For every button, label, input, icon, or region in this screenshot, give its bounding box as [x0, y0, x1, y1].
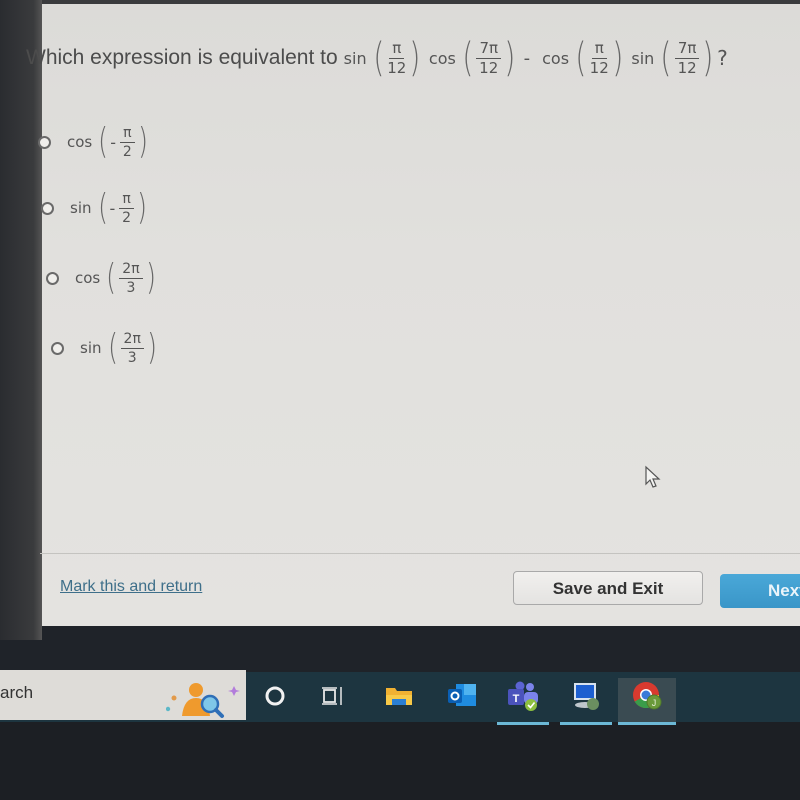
fraction: π 12: [589, 38, 609, 77]
expression: sin ( π 12 ) cos ( 7π 12 ) - cos ( π 12 ) s…: [338, 38, 728, 78]
paren-open: (: [462, 35, 474, 81]
sign: -: [109, 198, 116, 218]
paren-close: ): [612, 35, 624, 81]
fn-label: cos: [428, 48, 456, 68]
screen: [6, 4, 800, 626]
paren-open: (: [575, 35, 587, 81]
footer-divider: [40, 553, 800, 554]
paren-close: ): [146, 327, 157, 368]
paren-open: (: [98, 121, 109, 162]
paren-open: (: [107, 327, 118, 368]
radio-button[interactable]: [41, 201, 54, 215]
minus-operator: -: [523, 47, 531, 69]
desk-background: [0, 722, 800, 800]
fraction: π2: [120, 126, 135, 159]
answer-option-3[interactable]: cos ( 2π 3 ): [46, 260, 158, 296]
search-highlight-icon: [166, 683, 240, 718]
fraction: π 12: [387, 38, 407, 77]
fn-label: sin: [80, 339, 102, 357]
monitor-bezel-left: [0, 0, 42, 640]
svg-text:J: J: [652, 698, 657, 708]
question-prefix: Which expression is equivalent to: [26, 46, 338, 69]
question-text: Which expression is equivalent to sin ( …: [26, 38, 728, 78]
search-placeholder[interactable]: arch: [0, 683, 33, 703]
fn-label: cos: [67, 133, 93, 151]
paren-close: ): [136, 187, 147, 228]
fraction: 7π 12: [674, 40, 700, 76]
cortana-icon[interactable]: [257, 680, 293, 712]
remote-desktop-icon[interactable]: [568, 680, 604, 712]
mark-and-return-link[interactable]: Mark this and return: [60, 578, 202, 596]
task-view-icon[interactable]: [315, 680, 351, 712]
fn-label: sin: [70, 199, 92, 217]
paren-open: (: [660, 35, 672, 81]
radio-button[interactable]: [51, 341, 64, 355]
fraction: 2π 3: [119, 262, 143, 295]
save-and-exit-button[interactable]: Save and Exit: [513, 571, 703, 605]
fn-label: cos: [542, 48, 570, 68]
chrome-active-indicator: [618, 722, 676, 725]
outlook-icon[interactable]: [444, 680, 480, 712]
chrome-icon[interactable]: J: [629, 680, 665, 712]
mouse-cursor-icon: [645, 465, 661, 488]
fn-label: sin: [343, 48, 367, 68]
paren-close: ): [504, 35, 516, 81]
radio-button[interactable]: [46, 271, 59, 285]
answer-option-1[interactable]: cos ( - π2 ): [38, 124, 150, 160]
fraction: π2: [119, 192, 134, 225]
paren-close: ): [137, 121, 148, 162]
sign: -: [110, 132, 117, 152]
next-button[interactable]: Next: [720, 574, 800, 608]
fn-label: cos: [75, 269, 101, 287]
svg-text:T: T: [513, 693, 520, 705]
paren-open: (: [106, 257, 117, 298]
answer-option-4[interactable]: sin ( 2π 3 ): [51, 330, 159, 366]
paren-close: ): [145, 257, 156, 298]
fraction: 7π 12: [476, 40, 502, 76]
fn-label: sin: [631, 48, 655, 68]
question-mark: ?: [717, 46, 728, 70]
paren-close: ): [702, 35, 714, 81]
paren-close: ): [409, 35, 421, 81]
remote-desktop-active-indicator: [560, 722, 612, 725]
paren-open: (: [97, 187, 108, 228]
fraction: 2π 3: [120, 332, 144, 365]
paren-open: (: [372, 35, 384, 81]
answer-option-2[interactable]: sin ( - π2 ): [41, 190, 149, 226]
teams-icon[interactable]: T: [505, 680, 541, 712]
radio-button[interactable]: [38, 135, 51, 149]
teams-active-indicator: [497, 722, 549, 725]
file-explorer-icon[interactable]: [381, 680, 417, 712]
